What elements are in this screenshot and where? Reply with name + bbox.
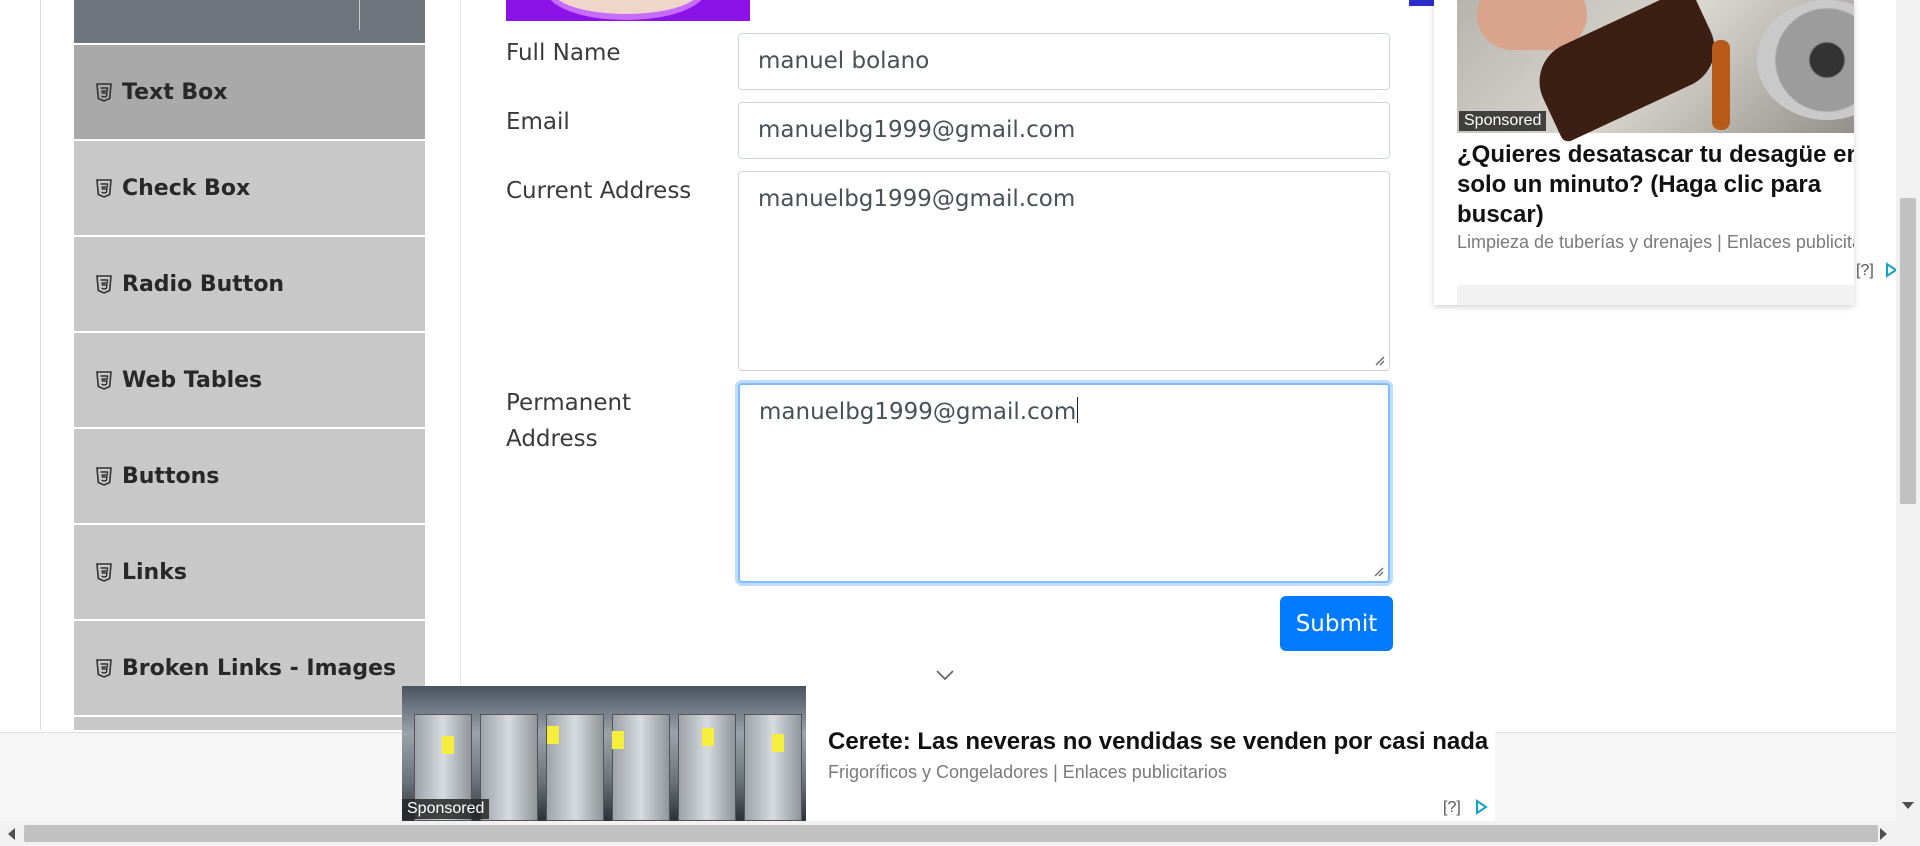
vertical-scrollbar[interactable] [1896, 0, 1920, 821]
resize-handle-icon[interactable] [1372, 565, 1384, 577]
full-name-input[interactable]: manuel bolano [738, 33, 1390, 90]
current-address-textarea[interactable]: manuelbg1999@gmail.com [738, 171, 1390, 371]
ad-footer-band [1457, 285, 1854, 305]
ad-source[interactable]: Limpieza de tuberías y drenajes | Enlace… [1457, 232, 1854, 253]
sidebar-item-label: Web Tables [122, 367, 263, 393]
html5-icon [96, 658, 112, 678]
ad-help-link[interactable]: [?] [1856, 262, 1874, 280]
sidebar-item-links[interactable]: Links [74, 525, 425, 619]
sidebar-item-label: Links [122, 559, 187, 585]
ad-image: Sponsored [1457, 0, 1854, 144]
sidebar-item-label: Broken Links - Images [122, 655, 397, 681]
sidebar-divider [460, 0, 461, 730]
price-tag-shape [612, 731, 624, 749]
adchoices-icon[interactable] [1474, 799, 1488, 815]
email-value: manuelbg1999@gmail.com [758, 117, 1076, 143]
current-address-label: Current Address [506, 178, 692, 204]
scroll-right-arrow-icon[interactable] [1880, 828, 1887, 840]
email-input[interactable]: manuelbg1999@gmail.com [738, 102, 1390, 159]
permanent-address-label-line1: Permanent [506, 390, 632, 416]
html5-icon [96, 466, 112, 486]
html5-icon [96, 274, 112, 294]
sidebar-item-web-tables[interactable]: Web Tables [74, 333, 425, 427]
ad-image-drain-shape [1757, 0, 1854, 120]
sidebar-item-buttons[interactable]: Buttons [74, 429, 425, 523]
sidebar-item-text-box[interactable]: Text Box [74, 45, 425, 139]
bottom-ad-source[interactable]: Frigoríficos y Congeladores | Enlaces pu… [828, 762, 1227, 783]
sidebar-item-label: Text Box [122, 79, 228, 105]
sidebar-item-check-box[interactable]: Check Box [74, 141, 425, 235]
text-cursor [1077, 397, 1079, 423]
sidebar-item-next[interactable] [74, 717, 425, 730]
sidebar: Text Box Check Box Radio Button Web Tabl… [74, 0, 425, 730]
sidebar-item-label: Buttons [122, 463, 220, 489]
current-address-value: manuelbg1999@gmail.com [758, 186, 1076, 212]
horizontal-scrollbar-thumb[interactable] [24, 825, 1878, 842]
sidebar-group-header[interactable] [74, 0, 425, 43]
sidebar-item-radio-button[interactable]: Radio Button [74, 237, 425, 331]
header-banner-image [506, 0, 750, 21]
html5-icon [96, 178, 112, 198]
ad-title[interactable]: ¿Quieres desatascar tu desagüe en solo u… [1457, 140, 1854, 230]
bottom-ad-card[interactable]: Sponsored Cerete: Las neveras no vendida… [402, 686, 1495, 821]
sidebar-menu: Text Box Check Box Radio Button Web Tabl… [74, 45, 425, 730]
price-tag-shape [702, 728, 714, 746]
scroll-down-arrow-icon[interactable] [1902, 802, 1914, 809]
sponsored-badge: Sponsored [402, 799, 490, 819]
bottom-ad-help-link[interactable]: [?] [1443, 799, 1461, 817]
submit-button[interactable]: Submit [1280, 596, 1393, 651]
sidebar-header-divider [359, 0, 360, 30]
sidebar-item-label: Radio Button [122, 271, 285, 297]
ad-image-pour-shape [1712, 40, 1730, 130]
html5-icon [96, 370, 112, 390]
sidebar-item-broken-links-images[interactable]: Broken Links - Images [74, 621, 425, 715]
banner-face-shape [546, 0, 706, 20]
resize-handle-icon[interactable] [1373, 354, 1385, 366]
permanent-address-value: manuelbg1999@gmail.com [759, 399, 1077, 425]
full-name-label: Full Name [506, 40, 621, 66]
bottom-ad-title[interactable]: Cerete: Las neveras no vendidas se vende… [828, 728, 1488, 756]
price-tag-shape [442, 736, 454, 754]
html5-icon [96, 562, 112, 582]
price-tag-shape [547, 726, 559, 744]
sidebar-ad-card[interactable]: Sponsored ¿Quieres desatascar tu desagüe… [1434, 0, 1854, 305]
header-corner-element [1409, 0, 1435, 6]
chevron-down-icon[interactable] [935, 668, 955, 682]
price-tag-shape [772, 734, 784, 752]
permanent-address-textarea[interactable]: manuelbg1999@gmail.com [738, 383, 1390, 583]
email-label: Email [506, 109, 570, 135]
sidebar-item-label: Check Box [122, 175, 251, 201]
page-left-border [40, 0, 41, 730]
bottom-ad-image: Sponsored [402, 686, 806, 821]
scroll-left-arrow-icon[interactable] [8, 828, 15, 840]
full-name-value: manuel bolano [758, 48, 930, 74]
sponsored-badge: Sponsored [1459, 111, 1547, 131]
fridge-shape [744, 714, 802, 821]
html5-icon [96, 82, 112, 102]
page-viewport: Text Box Check Box Radio Button Web Tabl… [0, 0, 1920, 846]
permanent-address-label-line2: Address [506, 426, 598, 452]
horizontal-scrollbar[interactable] [0, 821, 1920, 846]
permanent-address-label: Permanent Address [506, 385, 631, 457]
vertical-scrollbar-thumb[interactable] [1900, 198, 1916, 504]
